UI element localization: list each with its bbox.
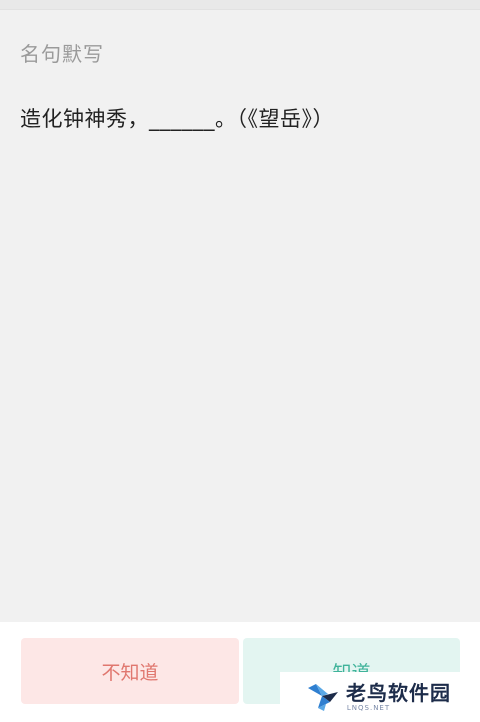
bird-logo-icon <box>308 684 338 711</box>
watermark-subtitle: LNQS.NET <box>346 703 391 712</box>
section-title: 名句默写 <box>20 42 104 66</box>
quiz-page: 名句默写 造化钟神秀，______。（《望岳》） 不知道 知道 老鸟软件园 LN… <box>0 0 480 722</box>
site-watermark: 老鸟软件园 LNQS.NET <box>280 672 480 722</box>
question-text: 造化钟神秀，______。（《望岳》） <box>20 107 334 131</box>
watermark-text: 老鸟软件园 LNQS.NET <box>346 682 451 713</box>
watermark-title: 老鸟软件园 <box>346 680 451 705</box>
top-divider <box>0 0 480 10</box>
unknown-button[interactable]: 不知道 <box>21 638 239 704</box>
unknown-button-label: 不知道 <box>101 661 159 684</box>
